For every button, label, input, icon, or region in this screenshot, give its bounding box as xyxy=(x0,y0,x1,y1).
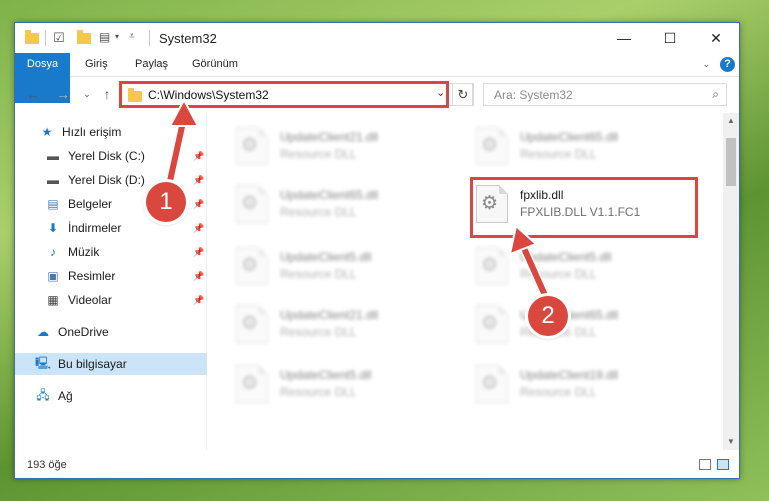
sidebar-item-network[interactable]: 🖧 Ağ xyxy=(15,385,207,407)
status-bar: 193 öğe xyxy=(15,450,739,478)
quick-access-dropdown-icon[interactable]: ▾ xyxy=(115,32,119,48)
file-highlight-box xyxy=(470,177,698,238)
tab-view[interactable]: Görünüm xyxy=(192,53,238,76)
gear-icon: ⚙ xyxy=(241,313,259,334)
refresh-icon[interactable]: ↻ xyxy=(452,83,474,106)
title-bar: ☑ ▤ ▾ ⩡ System32 — ☐ ✕ xyxy=(15,23,739,53)
list-item[interactable]: ⚙ UpdateClient65.dll Resource DLL xyxy=(236,179,466,229)
list-item[interactable]: ⚙ UpdateClient65.dll Resource DLL xyxy=(476,299,706,349)
pin-icon[interactable]: 📌 xyxy=(193,295,204,306)
sidebar-item-local-disk-c[interactable]: ▬ Yerel Disk (C:) 📌 xyxy=(15,145,207,167)
download-icon: ⬇ xyxy=(47,221,59,235)
close-button[interactable]: ✕ xyxy=(693,23,739,53)
gear-icon: ⚙ xyxy=(241,255,259,276)
list-item[interactable]: ⚙ UpdateClient19.dll Resource DLL xyxy=(476,359,706,409)
drive-icon: ▬ xyxy=(47,173,59,187)
tab-share[interactable]: Paylaş xyxy=(135,53,168,76)
pin-icon[interactable]: 📌 xyxy=(193,223,204,234)
forward-arrow-icon[interactable]: → xyxy=(53,86,73,102)
gear-icon: ⚙ xyxy=(481,313,499,334)
list-item[interactable]: ⚙ UpdateClient5.dll Resource DLL xyxy=(236,359,466,409)
callout-1: 1 xyxy=(146,182,186,222)
scroll-up-icon[interactable]: ▲ xyxy=(723,113,739,129)
vertical-scrollbar[interactable]: ▲ ▼ xyxy=(723,113,739,450)
rename-icon[interactable]: ▤ xyxy=(99,30,110,46)
expand-ribbon-icon[interactable]: ⌄ xyxy=(702,59,710,70)
gear-icon: ⚙ xyxy=(481,373,499,394)
search-icon[interactable]: ⌕ xyxy=(712,87,719,102)
minimize-button[interactable]: — xyxy=(601,23,647,53)
help-icon[interactable]: ? xyxy=(720,57,735,72)
window-title: System32 xyxy=(159,31,217,46)
up-arrow-icon[interactable]: ↑ xyxy=(97,86,117,102)
pictures-icon: ▣ xyxy=(47,269,59,283)
tab-home[interactable]: Giriş xyxy=(85,53,108,76)
item-count: 193 öğe xyxy=(27,459,67,471)
search-box[interactable]: Ara: System32 ⌕ xyxy=(483,83,727,106)
star-icon: ★ xyxy=(41,125,53,139)
tiles-view-icon[interactable] xyxy=(717,459,729,470)
gear-icon: ⚙ xyxy=(481,255,499,276)
pin-icon[interactable]: 📌 xyxy=(193,247,204,258)
sidebar-item-quick-access[interactable]: ★ Hızlı erişim xyxy=(15,121,207,143)
pin-icon[interactable]: 📌 xyxy=(193,151,204,162)
list-item[interactable]: ⚙ UpdateClient5.dll Resource DLL xyxy=(236,241,466,291)
scroll-down-icon[interactable]: ▼ xyxy=(723,434,739,450)
pin-icon[interactable]: 📌 xyxy=(193,271,204,282)
computer-icon: 🖳 xyxy=(35,355,52,370)
callout-2: 2 xyxy=(528,296,568,336)
sidebar-item-this-pc[interactable]: 🖳 Bu bilgisayar xyxy=(15,353,207,375)
customize-toolbar-icon[interactable]: ⩡ xyxy=(129,31,135,47)
search-input[interactable]: Ara: System32 xyxy=(494,88,573,102)
sidebar-item-pictures[interactable]: ▣ Resimler 📌 xyxy=(15,265,207,287)
file-list: ⚙ UpdateClient21.dll Resource DLL ⚙ Upda… xyxy=(208,113,723,450)
music-icon: ♪ xyxy=(50,245,56,259)
gear-icon: ⚙ xyxy=(241,193,259,214)
list-item[interactable]: ⚙ UpdateClient5.dll Resource DLL xyxy=(476,241,706,291)
document-icon: ▤ xyxy=(47,197,59,211)
details-view-icon[interactable] xyxy=(699,459,711,470)
back-arrow-icon[interactable]: ← xyxy=(23,86,43,102)
cloud-icon: ☁ xyxy=(37,325,49,339)
gear-icon: ⚙ xyxy=(241,373,259,394)
drive-icon: ▬ xyxy=(47,149,59,163)
address-highlight-box xyxy=(119,81,449,108)
sidebar-item-videos[interactable]: ▦ Videolar 📌 xyxy=(15,289,207,311)
list-item[interactable]: ⚙ UpdateClient21.dll Resource DLL xyxy=(236,121,466,171)
pin-icon[interactable]: 📌 xyxy=(193,175,204,186)
sidebar-item-music[interactable]: ♪ Müzik 📌 xyxy=(15,241,207,263)
list-item[interactable]: ⚙ UpdateClient65.dll Resource DLL xyxy=(476,121,706,171)
sidebar-item-downloads[interactable]: ⬇ İndirmeler 📌 xyxy=(15,217,207,239)
address-row: ← → ⌄ ↑ C:\Windows\System32 ⌄ ↻ Ara: Sys… xyxy=(15,77,739,113)
explorer-window: ☑ ▤ ▾ ⩡ System32 — ☐ ✕ Dosya Giriş Payla… xyxy=(14,22,740,479)
navigation-pane: ★ Hızlı erişim ▬ Yerel Disk (C:) 📌 ▬ Yer… xyxy=(15,113,207,450)
properties-icon[interactable]: ☑ xyxy=(53,30,65,46)
recent-locations-icon[interactable]: ⌄ xyxy=(77,89,97,100)
sidebar-item-onedrive[interactable]: ☁ OneDrive xyxy=(15,321,207,343)
video-icon: ▦ xyxy=(47,293,59,307)
ribbon: Dosya Giriş Paylaş Görünüm ⌄ ? xyxy=(15,53,739,103)
pin-icon[interactable]: 📌 xyxy=(193,199,204,210)
network-icon: 🖧 xyxy=(36,387,50,402)
gear-icon: ⚙ xyxy=(241,135,259,156)
list-item[interactable]: ⚙ UpdateClient21.dll Resource DLL xyxy=(236,299,466,349)
maximize-button[interactable]: ☐ xyxy=(647,23,693,53)
gear-icon: ⚙ xyxy=(481,135,499,156)
scrollbar-thumb[interactable] xyxy=(726,138,736,186)
